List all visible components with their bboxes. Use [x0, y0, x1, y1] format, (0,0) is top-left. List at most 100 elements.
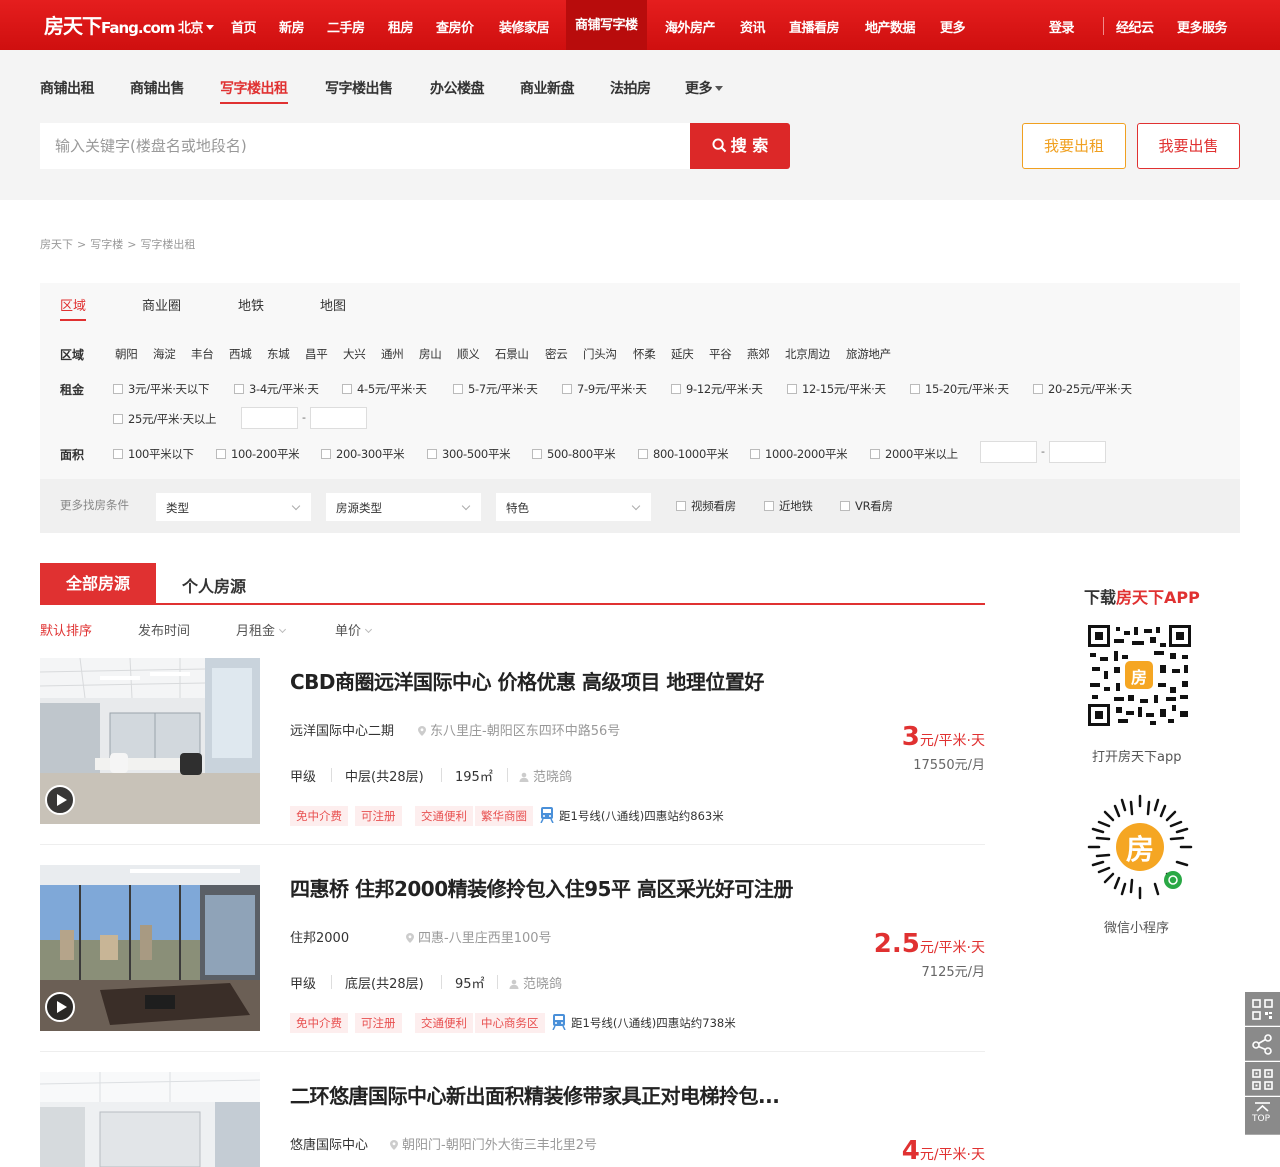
rent-option[interactable]: 15-20元/平米·天 — [910, 381, 1009, 397]
checkbox[interactable] — [638, 449, 648, 459]
nav-item[interactable]: 直播看房 — [789, 17, 840, 36]
site-logo[interactable]: 房天下Fang.com — [44, 10, 175, 39]
area-option[interactable]: 800-1000平米 — [638, 446, 729, 462]
subnav-item-active[interactable]: 写字楼出租 — [220, 78, 288, 104]
rent-option[interactable]: 12-15元/平米·天 — [787, 381, 886, 397]
area-max-input[interactable] — [1049, 441, 1106, 463]
checkbox[interactable] — [562, 384, 572, 394]
nav-item[interactable]: 租房 — [388, 17, 414, 36]
near-metro-check[interactable]: 近地铁 — [764, 498, 813, 514]
subnav-item[interactable]: 法拍房 — [610, 78, 651, 98]
sort-default[interactable]: 默认排序 — [40, 620, 92, 639]
subnav-item[interactable]: 办公楼盘 — [430, 78, 485, 98]
area-min-input[interactable] — [980, 441, 1037, 463]
listing-building[interactable]: 悠唐国际中心 — [290, 1134, 368, 1153]
district-option[interactable]: 海淀 — [153, 346, 176, 362]
listing-title[interactable]: 二环悠唐国际中心新出面积精装修带家具正对电梯拎包... — [290, 1080, 780, 1109]
rent-option[interactable]: 3元/平米·天以下 — [113, 381, 209, 397]
nav-item-active[interactable]: 商铺写字楼 — [566, 0, 647, 50]
search-input[interactable]: 输入关键字(楼盘名或地段名) — [40, 123, 690, 169]
tab-business-circle[interactable]: 商业圈 — [142, 295, 181, 314]
district-option[interactable]: 密云 — [545, 346, 568, 362]
rent-min-input[interactable] — [241, 407, 298, 429]
rent-option[interactable]: 5-7元/平米·天 — [453, 381, 538, 397]
checkbox[interactable] — [840, 501, 850, 511]
rent-option[interactable]: 25元/平米·天以上 — [113, 411, 216, 427]
district-option[interactable]: 大兴 — [343, 346, 366, 362]
play-icon[interactable] — [45, 992, 75, 1022]
rent-option[interactable]: 9-12元/平米·天 — [671, 381, 763, 397]
city-selector[interactable]: 北京 — [178, 17, 215, 36]
checkbox[interactable] — [870, 449, 880, 459]
district-option[interactable]: 北京周边 — [785, 346, 830, 362]
checkbox[interactable] — [113, 414, 123, 424]
district-option[interactable]: 通州 — [381, 346, 404, 362]
vr-tour-check[interactable]: VR看房 — [840, 498, 893, 514]
subnav-more[interactable]: 更多 — [685, 78, 723, 98]
rent-max-input[interactable] — [310, 407, 367, 429]
broker-cloud-link[interactable]: 经纪云 — [1116, 17, 1154, 36]
checkbox[interactable] — [427, 449, 437, 459]
more-services-link[interactable]: 更多服务 — [1177, 17, 1228, 36]
video-tour-check[interactable]: 视频看房 — [676, 498, 736, 514]
nav-item[interactable]: 装修家居 — [499, 17, 550, 36]
area-option[interactable]: 500-800平米 — [532, 446, 616, 462]
listing-item[interactable]: 二环悠唐国际中心新出面积精装修带家具正对电梯拎包... 悠唐国际中心 朝阳门-朝… — [40, 1072, 985, 1167]
float-share-button[interactable] — [1245, 1027, 1280, 1061]
tab-district[interactable]: 区域 — [60, 295, 87, 321]
listing-agent[interactable]: 范晓鸽 — [509, 973, 562, 992]
checkbox[interactable] — [216, 449, 226, 459]
feature-select[interactable]: 特色 — [496, 493, 651, 521]
listing-building[interactable]: 住邦2000 — [290, 927, 349, 946]
area-option[interactable]: 1000-2000平米 — [750, 446, 848, 462]
district-option[interactable]: 丰台 — [191, 346, 214, 362]
listing-photo[interactable] — [40, 1072, 260, 1167]
type-select[interactable]: 类型 — [156, 493, 311, 521]
area-option[interactable]: 100平米以下 — [113, 446, 194, 462]
listing-photo[interactable] — [40, 865, 260, 1031]
checkbox[interactable] — [113, 449, 123, 459]
play-icon[interactable] — [45, 785, 75, 815]
nav-item[interactable]: 查房价 — [436, 17, 474, 36]
search-button[interactable]: 搜 索 — [690, 123, 790, 169]
subnav-item[interactable]: 商业新盘 — [520, 78, 575, 98]
checkbox[interactable] — [453, 384, 463, 394]
nav-item[interactable]: 新房 — [279, 17, 305, 36]
area-option[interactable]: 300-500平米 — [427, 446, 511, 462]
nav-item[interactable]: 海外房产 — [665, 17, 716, 36]
area-option[interactable]: 200-300平米 — [321, 446, 405, 462]
rent-option[interactable]: 4-5元/平米·天 — [342, 381, 427, 397]
checkbox[interactable] — [532, 449, 542, 459]
tab-metro[interactable]: 地铁 — [238, 295, 264, 314]
checkbox[interactable] — [342, 384, 352, 394]
district-option[interactable]: 平谷 — [709, 346, 732, 362]
listing-title[interactable]: CBD商圈远洋国际中心 价格优惠 高级项目 地理位置好 — [290, 666, 764, 695]
nav-item[interactable]: 二手房 — [327, 17, 365, 36]
district-option[interactable]: 旅游地产 — [846, 346, 891, 362]
subnav-item[interactable]: 写字楼出售 — [325, 78, 393, 98]
checkbox[interactable] — [676, 501, 686, 511]
checkbox[interactable] — [1033, 384, 1043, 394]
tab-personal-listings[interactable]: 个人房源 — [182, 573, 246, 597]
nav-item[interactable]: 首页 — [231, 17, 257, 36]
breadcrumb-link[interactable]: 房天下 — [40, 238, 73, 251]
breadcrumb-link[interactable]: 写字楼 — [90, 238, 123, 251]
checkbox[interactable] — [321, 449, 331, 459]
subnav-item[interactable]: 商铺出租 — [40, 78, 95, 98]
district-option[interactable]: 顺义 — [457, 346, 480, 362]
listing-agent[interactable]: 范晓鸽 — [519, 766, 572, 785]
float-mini-qr-button[interactable] — [1245, 1062, 1280, 1096]
district-option[interactable]: 延庆 — [671, 346, 694, 362]
rent-option[interactable]: 20-25元/平米·天 — [1033, 381, 1132, 397]
area-option[interactable]: 2000平米以上 — [870, 446, 958, 462]
checkbox[interactable] — [671, 384, 681, 394]
checkbox[interactable] — [910, 384, 920, 394]
checkbox[interactable] — [787, 384, 797, 394]
app-qr-label[interactable]: 打开房天下app — [1092, 746, 1181, 765]
listing-item[interactable]: 四惠桥 住邦2000精装修拎包入住95平 高区采光好可注册 住邦2000 四惠-… — [40, 865, 985, 1052]
checkbox[interactable] — [750, 449, 760, 459]
checkbox[interactable] — [234, 384, 244, 394]
district-option[interactable]: 东城 — [267, 346, 290, 362]
float-qr-button[interactable] — [1245, 992, 1280, 1026]
nav-item[interactable]: 更多 — [940, 17, 966, 36]
